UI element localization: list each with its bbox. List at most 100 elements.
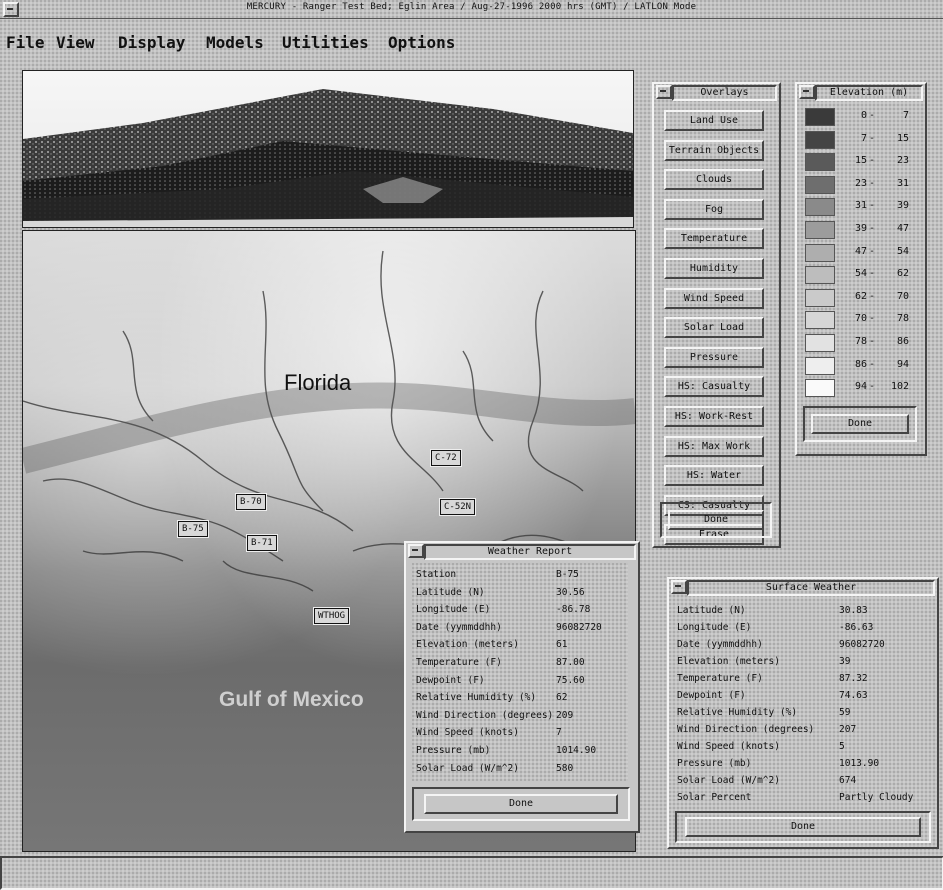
menu-view[interactable]: View — [56, 33, 95, 52]
menu-utilities[interactable]: Utilities — [282, 33, 369, 52]
weather-report-done-frame: Done — [412, 787, 630, 821]
window-titlebar[interactable]: MERCURY - Ranger Test Bed; Eglin Area / … — [0, 0, 943, 19]
surface-weather-row: Elevation (meters) 39 — [677, 654, 927, 669]
weather-report-field-label: Elevation (meters) — [416, 639, 519, 651]
weather-report-row: Elevation (meters) 61 — [416, 637, 624, 652]
elevation-range-low: 7 — [860, 132, 867, 144]
elevation-range-high: 15 — [896, 132, 909, 144]
terrain-3d-view[interactable] — [22, 70, 634, 228]
elevation-range-separator: - — [869, 132, 876, 144]
overlay-terrain-objects-button[interactable]: Terrain Objects — [664, 139, 764, 161]
weather-report-menu-icon — [412, 549, 418, 551]
elevation-range-high: 7 — [902, 110, 909, 121]
elevation-range-separator: - — [869, 110, 876, 121]
surface-weather-field-value: Partly Cloudy — [839, 792, 914, 803]
overlays-dialog: Overlays Land Use Terrain Objects Clouds… — [652, 82, 781, 548]
surface-weather-field-value: 5 — [839, 741, 845, 752]
station-marker-c72[interactable]: C-72 — [431, 450, 461, 466]
menu-options[interactable]: Options — [388, 33, 455, 52]
weather-report-field-value: 580 — [556, 762, 574, 774]
weather-report-field-label: Solar Load (W/m^2) — [416, 762, 519, 774]
overlay-temperature-button[interactable]: Temperature — [664, 228, 764, 250]
overlay-fog-button[interactable]: Fog — [664, 198, 764, 220]
overlay-hs-work-rest-button[interactable]: HS: Work-Rest — [664, 405, 764, 427]
elevation-range-low: 15 — [854, 155, 867, 167]
elevation-range-low: 47 — [854, 245, 867, 257]
elevation-range-separator: - — [869, 155, 876, 167]
weather-report-field-label: Temperature (F) — [416, 657, 502, 668]
station-marker-b71[interactable]: B-71 — [247, 535, 277, 551]
surface-weather-field-value: 59 — [839, 707, 851, 718]
weather-report-field-value: -86.78 — [556, 604, 591, 616]
surface-weather-field-label: Longitude (E) — [677, 622, 752, 633]
weather-report-dialog: Weather Report Station B-75 Latitude (N) 30… — [404, 541, 640, 833]
menu-display[interactable]: Display — [118, 33, 185, 52]
map-label-gulf: Gulf of Mexico — [219, 688, 364, 711]
menu-models[interactable]: Models — [206, 33, 264, 52]
weather-report-row: Wind Speed (knots) 7 — [416, 725, 624, 740]
elevation-titlebar[interactable]: Elevation (m) — [797, 84, 925, 101]
surface-weather-row: Date (yymmddhh) 96082720 — [677, 637, 927, 652]
overlay-hs-water-button[interactable]: HS: Water — [664, 465, 764, 487]
menu-file[interactable]: File — [6, 33, 45, 52]
station-marker-b75[interactable]: B-75 — [178, 521, 208, 537]
elevation-range-high: 23 — [896, 155, 909, 167]
elevation-menu-button[interactable] — [799, 85, 815, 99]
surface-weather-row: Temperature (F) 87.32 — [677, 671, 927, 686]
station-marker-wthog[interactable]: WTHOG — [314, 608, 350, 624]
overlay-pressure-button[interactable]: Pressure — [664, 346, 764, 368]
surface-weather-titlebar[interactable]: Surface Weather — [669, 579, 937, 596]
elevation-color-swatch — [805, 334, 835, 352]
overlays-titlebar[interactable]: Overlays — [654, 84, 779, 101]
elevation-color-swatch — [805, 243, 835, 262]
weather-report-field-label: Dewpoint (F) — [416, 674, 485, 686]
elevation-range-low: 39 — [854, 223, 867, 234]
overlay-hs-casualty-button[interactable]: HS: Casualty — [664, 376, 764, 398]
overlays-menu-button[interactable] — [656, 85, 672, 99]
overlay-hs-max-work-button[interactable]: HS: Max Work — [664, 435, 764, 457]
elevation-range-separator: - — [869, 290, 876, 302]
surface-weather-field-label: Pressure (mb) — [677, 758, 752, 769]
surface-weather-field-value: 87.32 — [839, 673, 868, 684]
elevation-range-separator: - — [869, 268, 876, 280]
overlay-wind-speed-button[interactable]: Wind Speed — [664, 287, 764, 309]
weather-report-field-label: Wind Direction (degrees) — [416, 709, 554, 721]
surface-weather-done-button[interactable]: Done — [685, 817, 921, 837]
overlay-humidity-button[interactable]: Humidity — [664, 257, 764, 279]
elevation-legend-row: 15- 23 — [805, 153, 917, 172]
overlays-done-button[interactable]: Done — [668, 510, 764, 530]
surface-weather-row: Pressure (mb) 1013.90 — [677, 756, 927, 771]
station-marker-b70[interactable]: B-70 — [236, 494, 266, 510]
weather-report-titlebar[interactable]: Weather Report — [406, 543, 638, 560]
elevation-color-swatch — [805, 379, 835, 398]
menu-bar: File View Display Models Utilities Optio… — [0, 19, 943, 55]
weather-report-menu-button[interactable] — [408, 544, 424, 558]
weather-report-field-label: Station — [416, 569, 457, 580]
weather-report-field-label: Date (yymmddhh) — [416, 621, 502, 633]
overlay-clouds-button[interactable]: Clouds — [664, 169, 764, 191]
weather-report-field-value: 75.60 — [556, 674, 585, 686]
station-marker-c52n[interactable]: C-52N — [440, 499, 476, 515]
elevation-legend-row: 31- 39 — [805, 198, 917, 217]
overlay-land-use-button[interactable]: Land Use — [664, 110, 764, 131]
elevation-legend-row: 78- 86 — [805, 334, 917, 352]
surface-weather-done-frame: Done — [675, 811, 931, 843]
surface-weather-menu-button[interactable] — [671, 580, 687, 594]
elevation-range-high: 62 — [896, 268, 909, 280]
elevation-range-separator: - — [869, 358, 876, 370]
elevation-range-separator: - — [869, 313, 876, 325]
elevation-range-high: 31 — [896, 177, 909, 189]
elevation-done-button[interactable]: Done — [811, 414, 909, 434]
overlay-solar-load-button[interactable]: Solar Load — [664, 317, 764, 339]
surface-weather-field-label: Solar Percent — [677, 792, 752, 803]
weather-report-row: Latitude (N) 30.56 — [416, 585, 624, 600]
surface-weather-field-label: Solar Load (W/m^2) — [677, 775, 780, 786]
surface-weather-field-value: 30.83 — [839, 605, 868, 616]
elevation-range-low: 0 — [860, 110, 867, 121]
elevation-color-swatch — [805, 266, 835, 285]
surface-weather-field-value: 39 — [839, 656, 851, 667]
surface-weather-field-label: Wind Direction (degrees) — [677, 724, 815, 735]
weather-report-done-button[interactable]: Done — [424, 794, 618, 814]
elevation-range-low: 78 — [854, 336, 867, 347]
weather-report-field-value: 1014.90 — [556, 745, 597, 756]
